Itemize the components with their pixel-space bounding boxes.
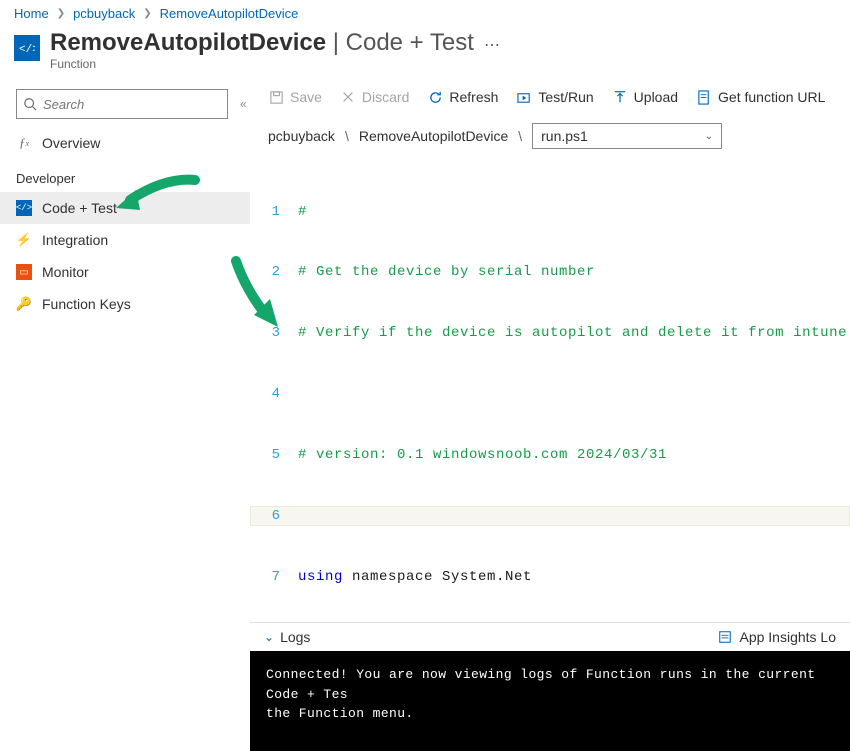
page-subtitle: Function [50,57,506,71]
toolbar-label: Upload [634,89,678,105]
code-icon: </> [16,200,32,216]
page-title: RemoveAutopilotDevice | Code + Test [50,29,474,57]
refresh-icon [427,89,443,105]
path-sep: \ [345,128,349,144]
monitor-icon: ▭ [16,264,32,280]
logs-header: ⌄ Logs App Insights Lo [250,622,850,651]
chevron-right-icon: ❯ [143,8,151,19]
sidebar-item-monitor[interactable]: ▭ Monitor [0,256,250,288]
search-input[interactable] [43,97,221,112]
toolbar: Save Discard Refresh Test/Run Upload Get… [250,81,850,113]
title-sub: Code + Test [346,29,474,56]
sidebar-item-label: Integration [42,232,108,248]
logs-label: Logs [280,629,310,645]
lightning-icon: ⚡ [16,232,32,248]
key-icon: 🔑 [16,296,32,312]
toolbar-label: Discard [362,89,409,105]
console-text: Connected! You are now viewing logs of F… [266,667,824,721]
test-run-button[interactable]: Test/Run [516,89,593,105]
save-icon [268,89,284,105]
search-icon [23,97,37,111]
file-select-value: run.ps1 [541,128,588,144]
function-icon: </> [14,35,40,61]
breadcrumb-leaf[interactable]: RemoveAutopilotDevice [160,6,299,21]
sidebar-item-label: Overview [42,135,100,151]
toolbar-label: Test/Run [538,89,593,105]
file-select-dropdown[interactable]: run.ps1 ⌄ [532,123,722,149]
logs-toggle[interactable]: ⌄ Logs [264,629,310,645]
overview-icon: ƒx [16,135,32,151]
sidebar-item-integration[interactable]: ⚡ Integration [0,224,250,256]
discard-button[interactable]: Discard [340,89,409,105]
page-header: </> RemoveAutopilotDevice | Code + Test … [0,25,850,81]
chevron-right-icon: ❯ [57,8,65,19]
file-path-bar: pcbuyback \ RemoveAutopilotDevice \ run.… [250,113,850,161]
toolbar-label: Save [290,89,322,105]
url-icon [696,89,712,105]
code-editor[interactable]: 1# 2# Get the device by serial number 3#… [250,161,850,622]
sidebar-item-label: Code + Test [42,200,117,216]
title-sep: | [326,29,346,56]
insights-icon [717,629,733,645]
get-function-url-button[interactable]: Get function URL [696,89,825,105]
refresh-button[interactable]: Refresh [427,89,498,105]
sidebar-item-label: Monitor [42,264,89,280]
sidebar: « ƒx Overview Developer </> Code + Test … [0,81,250,751]
chevron-down-icon: ⌄ [705,131,713,142]
upload-button[interactable]: Upload [612,89,678,105]
breadcrumb-pcbuyback[interactable]: pcbuyback [73,6,135,21]
app-insights-log-button[interactable]: App Insights Lo [717,629,836,645]
app-insights-label: App Insights Lo [739,629,836,645]
sidebar-item-label: Function Keys [42,296,131,312]
svg-text:</>: </> [19,44,35,56]
collapse-sidebar-button[interactable]: « [236,93,251,115]
breadcrumb-home[interactable]: Home [14,6,49,21]
path-part: pcbuyback [268,128,335,144]
breadcrumb: Home ❯ pcbuyback ❯ RemoveAutopilotDevice [0,0,850,25]
toolbar-label: Get function URL [718,89,825,105]
logs-console[interactable]: Connected! You are now viewing logs of F… [250,651,850,751]
upload-icon [612,89,628,105]
sidebar-item-function-keys[interactable]: 🔑 Function Keys [0,288,250,320]
sidebar-item-overview[interactable]: ƒx Overview [0,127,250,159]
save-button[interactable]: Save [268,89,322,105]
discard-icon [340,89,356,105]
path-part: RemoveAutopilotDevice [359,128,508,144]
sidebar-item-code-test[interactable]: </> Code + Test [0,192,250,224]
sidebar-section-developer: Developer [0,159,250,192]
toolbar-label: Refresh [449,89,498,105]
play-icon [516,89,532,105]
title-main: RemoveAutopilotDevice [50,29,326,56]
content: Save Discard Refresh Test/Run Upload Get… [250,81,850,751]
sidebar-search[interactable] [16,89,228,119]
path-sep: \ [518,128,522,144]
chevron-down-icon: ⌄ [264,630,274,644]
more-actions-button[interactable]: ⋯ [478,35,506,55]
